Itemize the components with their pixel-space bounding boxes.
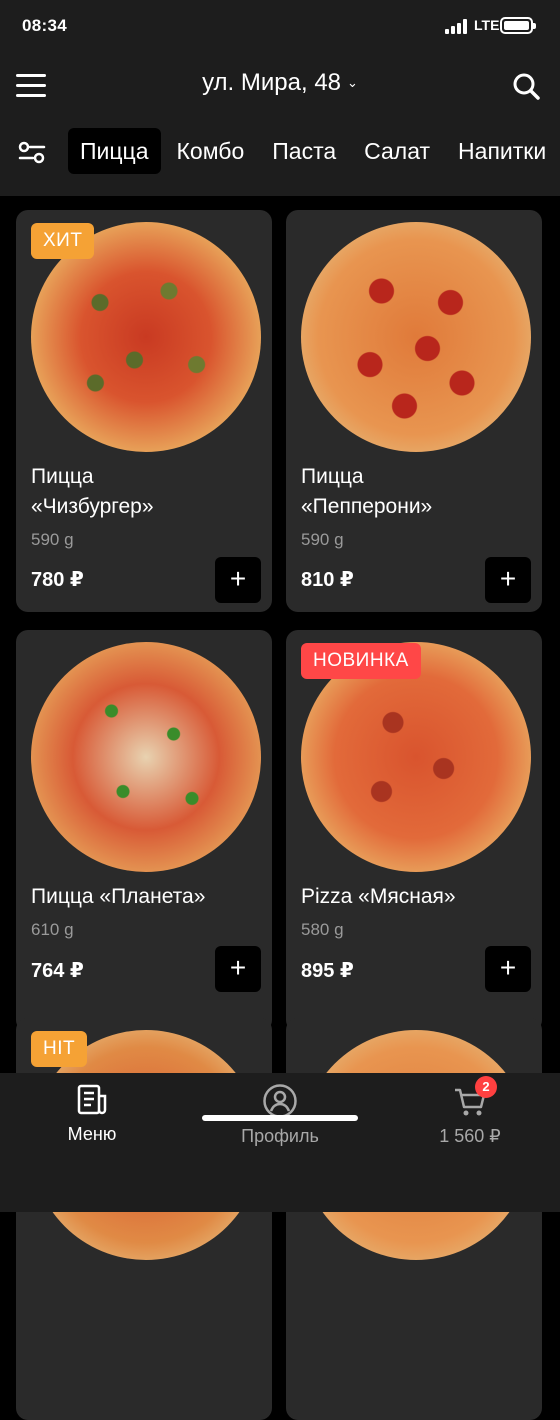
badge-hit: HIT <box>31 1031 88 1067</box>
product-weight: 580 g <box>301 920 344 939</box>
product-weight: 610 g <box>31 920 74 939</box>
nav-profile-label: Профиль <box>241 1126 319 1146</box>
signal-icon <box>445 19 469 34</box>
profile-icon <box>263 1084 297 1118</box>
nav-cart-total: 1 560 ₽ <box>439 1126 501 1146</box>
menu-doc-icon <box>77 1084 107 1115</box>
product-card-pepperoni[interactable]: Пицца «Пепперони» 590 g 810 ₽ + <box>286 210 542 612</box>
add-to-cart-button[interactable]: + <box>215 946 261 992</box>
product-price: 764 ₽ <box>31 960 84 982</box>
tab-drinks[interactable]: Напитки <box>446 128 558 174</box>
search-icon[interactable] <box>512 72 540 100</box>
product-name: Пицца «Чизбургер» <box>31 465 154 518</box>
home-indicator[interactable] <box>202 1115 358 1121</box>
nav-menu-label: Меню <box>67 1124 117 1144</box>
product-card-planeta[interactable]: Пицца «Планета» 610 g 764 ₽ + <box>16 630 272 1032</box>
add-to-cart-button[interactable]: + <box>215 557 261 603</box>
tab-salad[interactable]: Салат <box>352 128 442 174</box>
battery-icon <box>500 17 536 34</box>
product-name: Пицца «Пепперони» <box>301 465 433 518</box>
top-bar: 08:34 LTE ул. Мира, 48 ⌄ Пицца Комбо Паста С… <box>0 0 560 196</box>
product-weight: 590 g <box>301 530 344 549</box>
tab-pasta[interactable]: Паста <box>260 128 348 174</box>
product-card-meat[interactable]: НОВИНКА Pizza «Мясная» 580 g 895 ₽ + <box>286 630 542 1032</box>
status-bar: 08:34 LTE <box>0 0 560 56</box>
pizza-image <box>301 222 531 452</box>
filter-icon[interactable] <box>17 140 47 166</box>
product-price: 810 ₽ <box>301 569 354 591</box>
badge-new: НОВИНКА <box>301 643 421 679</box>
pizza-image <box>31 642 261 872</box>
cart-count-badge: 2 <box>475 1076 497 1098</box>
status-time: 08:34 <box>22 16 67 35</box>
nav-menu[interactable]: Меню <box>22 1083 162 1145</box>
add-to-cart-button[interactable]: + <box>485 946 531 992</box>
badge-hit: ХИТ <box>31 223 95 259</box>
tab-pizza[interactable]: Пицца <box>68 128 161 174</box>
product-card-cheeseburger[interactable]: ХИТ Пицца «Чизбургер» 590 g 780 ₽ + <box>16 210 272 612</box>
product-weight: 590 g <box>31 530 74 549</box>
product-price: 895 ₽ <box>301 960 354 982</box>
bottom-nav: Меню Профиль 1 560 ₽ <box>0 1073 560 1212</box>
tab-combo[interactable]: Комбо <box>165 128 257 174</box>
product-price: 780 ₽ <box>31 569 84 591</box>
product-name: Пицца «Планета» <box>31 885 206 908</box>
nav-cart[interactable]: 1 560 ₽ <box>400 1083 540 1147</box>
address-label: ул. Мира, 48 <box>202 69 342 96</box>
chevron-down-icon: ⌄ <box>347 75 358 90</box>
add-to-cart-button[interactable]: + <box>485 557 531 603</box>
product-name: Pizza «Мясная» <box>301 885 456 908</box>
category-tabs: Пицца Комбо Паста Салат Напитки <box>68 128 560 176</box>
address-selector[interactable]: ул. Мира, 48 ⌄ <box>0 69 560 97</box>
network-label: LTE <box>474 17 500 33</box>
